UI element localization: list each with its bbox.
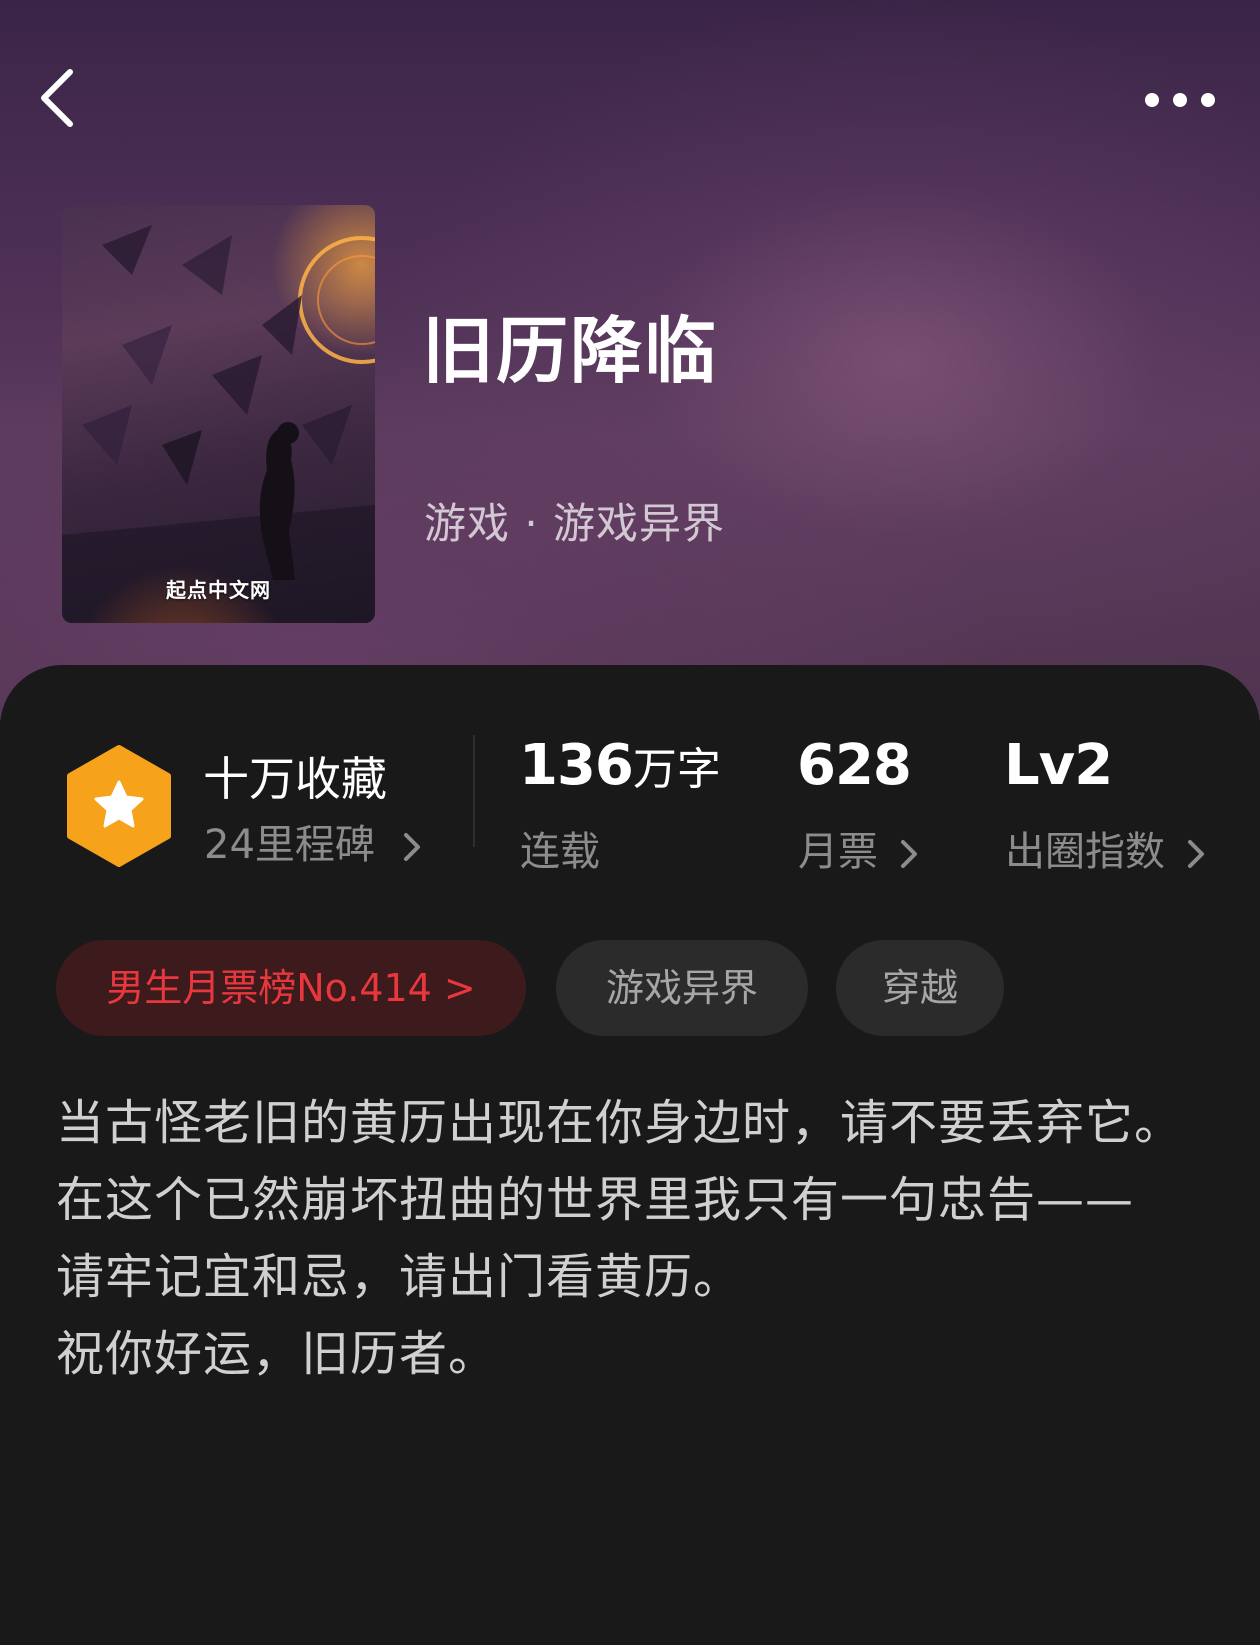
monthly-tickets-link[interactable]: 月票	[798, 819, 919, 877]
chevron-right-icon	[1187, 840, 1204, 868]
influence-level-value: Lv2	[1004, 733, 1113, 798]
more-horizontal-icon	[1145, 93, 1215, 107]
monthly-tickets-count[interactable]: 628	[797, 733, 912, 798]
star-hexagon-icon	[67, 745, 171, 867]
monthly-ranking-tag[interactable]: 男生月票榜No.414 >	[56, 940, 526, 1036]
word-count-unit: 万字	[632, 744, 721, 795]
influence-level[interactable]: Lv2	[1004, 733, 1113, 798]
milestone-sub-label: 24里程碑	[204, 822, 375, 868]
monthly-tickets-value: 628	[797, 733, 912, 798]
chevron-left-icon	[41, 69, 73, 127]
milestone-label[interactable]: 十万收藏	[203, 743, 387, 809]
serial-status: 连载	[520, 829, 600, 875]
synopsis-line: 请牢记宜和忌，请出门看黄历。	[56, 1249, 743, 1305]
synopsis-line: 当古怪老旧的黄历出现在你身边时，请不要丢弃它。	[56, 1095, 1184, 1151]
milestone-link[interactable]: 24里程碑	[204, 812, 422, 870]
cover-publisher-logo: 起点中文网	[166, 578, 271, 602]
theme-tag[interactable]: 穿越	[836, 940, 1004, 1036]
book-title: 旧历降临	[422, 309, 719, 393]
chevron-right-icon	[900, 840, 917, 868]
back-button[interactable]	[30, 60, 90, 132]
book-cover[interactable]: 起点中文网	[62, 205, 375, 623]
influence-label: 出圈指数	[1005, 829, 1165, 875]
genre-tag[interactable]: 游戏异界	[556, 940, 808, 1036]
synopsis-line: 祝你好运，旧历者。	[56, 1326, 498, 1382]
more-options-button[interactable]	[1140, 80, 1220, 120]
stats-divider	[473, 735, 475, 847]
word-count: 136万字	[519, 733, 721, 798]
influence-link[interactable]: 出圈指数	[1005, 819, 1206, 877]
monthly-tickets-label: 月票	[798, 829, 878, 875]
word-count-value: 136	[519, 733, 634, 798]
book-genre[interactable]: 游戏 · 游戏异界	[424, 490, 725, 551]
synopsis-line: 在这个已然崩坏扭曲的世界里我只有一句忠告——	[56, 1172, 1135, 1228]
chevron-right-icon	[403, 833, 420, 861]
book-synopsis[interactable]: 当古怪老旧的黄历出现在你身边时，请不要丢弃它。 在这个已然崩坏扭曲的世界里我只有…	[56, 1085, 1206, 1393]
cover-artwork	[62, 225, 375, 623]
